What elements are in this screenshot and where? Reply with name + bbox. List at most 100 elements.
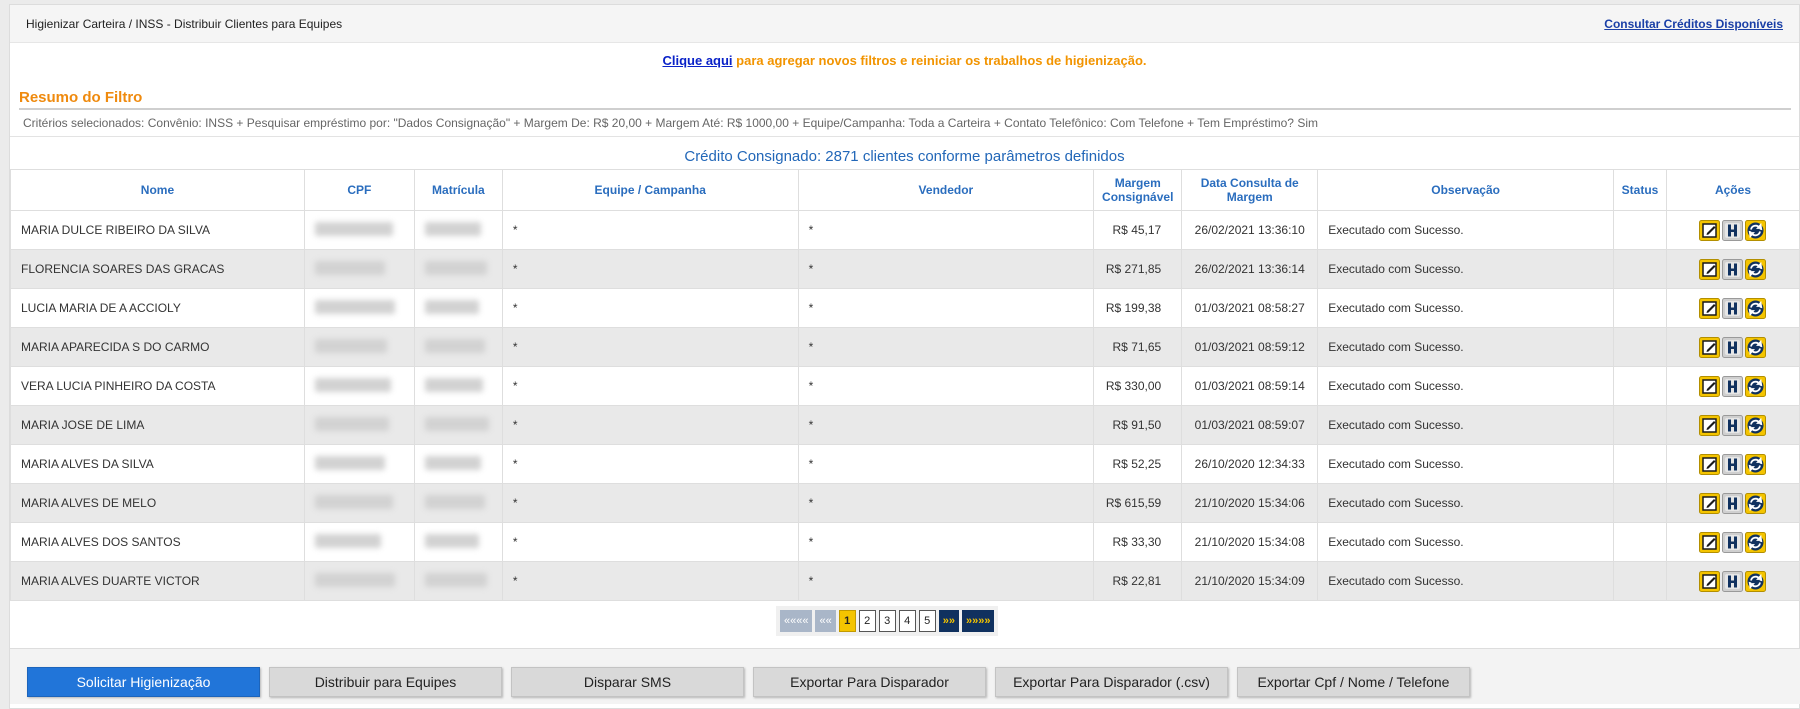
result-count: Crédito Consignado: 2871 clientes confor…: [684, 148, 1125, 165]
cell-vendedor: *: [797, 327, 1095, 367]
export-dispatcher-csv-button[interactable]: Exportar Para Disparador (.csv): [995, 667, 1228, 697]
refresh-icon[interactable]: [1745, 531, 1767, 553]
col-header-margem[interactable]: Margem Consignável: [1093, 169, 1183, 211]
edit-icon[interactable]: [1699, 531, 1721, 553]
col-header-equipe[interactable]: Equipe / Campanha: [501, 169, 799, 211]
table-row[interactable]: VERA LUCIA PINHEIRO DA COSTA * * R$ 330,00 0…: [10, 366, 1800, 406]
col-header-vendedor[interactable]: Vendedor: [797, 169, 1095, 211]
edit-icon[interactable]: [1699, 375, 1721, 397]
cell-vendedor: *: [797, 366, 1095, 406]
history-h-icon[interactable]: [1722, 570, 1744, 592]
table-row[interactable]: MARIA ALVES DOS SANTOS * * R$ 33,30 21/10/20…: [10, 522, 1800, 562]
table-row[interactable]: MARIA JOSE DE LIMA * * R$ 91,50 01/03/2021 0…: [10, 405, 1800, 445]
edit-icon[interactable]: [1699, 453, 1721, 475]
cell-status: [1613, 288, 1667, 328]
table-row[interactable]: LUCIA MARIA DE A ACCIOLY * * R$ 199,38 01/03…: [10, 288, 1800, 328]
cell-equipe: *: [501, 483, 799, 523]
history-h-icon[interactable]: [1722, 258, 1744, 280]
cell-cpf-redacted: [303, 210, 415, 250]
history-h-icon[interactable]: [1722, 492, 1744, 514]
cell-vendedor: *: [797, 444, 1095, 484]
pager-prev-button[interactable]: ««: [815, 610, 836, 632]
pager-page-5[interactable]: 5: [918, 610, 936, 632]
cell-actions: [1665, 405, 1800, 445]
table-row[interactable]: FLORENCIA SOARES DAS GRACAS * * R$ 271,85 26…: [10, 249, 1800, 289]
history-h-icon[interactable]: [1722, 219, 1744, 241]
cell-nome: FLORENCIA SOARES DAS GRACAS: [10, 249, 305, 289]
pager-page-1[interactable]: 1: [838, 610, 856, 632]
table-row[interactable]: MARIA APARECIDA S DO CARMO * * R$ 71,65 01/0…: [10, 327, 1800, 367]
cell-obs: Executado com Sucesso.: [1317, 327, 1615, 367]
edit-icon[interactable]: [1699, 336, 1721, 358]
history-h-icon[interactable]: [1722, 453, 1744, 475]
cell-equipe: *: [501, 210, 799, 250]
pager-page-2[interactable]: 2: [858, 610, 876, 632]
history-h-icon[interactable]: [1722, 297, 1744, 319]
cell-matricula-redacted: [413, 561, 503, 601]
col-header-matricula[interactable]: Matrícula: [413, 169, 503, 211]
cell-status: [1613, 327, 1667, 367]
refresh-icon[interactable]: [1745, 336, 1767, 358]
request-sanitization-button[interactable]: Solicitar Higienização: [27, 667, 260, 697]
cell-vendedor: *: [797, 288, 1095, 328]
export-cpf-name-phone-button[interactable]: Exportar Cpf / Nome / Telefone: [1237, 667, 1470, 697]
pager-last-button[interactable]: »»»»: [961, 610, 995, 632]
pager-page-4[interactable]: 4: [898, 610, 916, 632]
cell-equipe: *: [501, 405, 799, 445]
col-header-nome[interactable]: Nome: [10, 169, 305, 211]
cell-margem: R$ 91,50: [1093, 405, 1183, 445]
table-row[interactable]: MARIA ALVES DUARTE VICTOR * * R$ 22,81 21/10…: [10, 561, 1800, 601]
export-dispatcher-button[interactable]: Exportar Para Disparador: [753, 667, 986, 697]
pager-next-button[interactable]: »»: [938, 610, 959, 632]
col-header-cpf[interactable]: CPF: [303, 169, 415, 211]
col-header-data[interactable]: Data Consulta de Margem: [1181, 169, 1319, 211]
table-row[interactable]: MARIA ALVES DA SILVA * * R$ 52,25 26/10/2020…: [10, 444, 1800, 484]
cell-margem: R$ 615,59: [1093, 483, 1183, 523]
cell-matricula-redacted: [413, 405, 503, 445]
cell-cpf-redacted: [303, 288, 415, 328]
cell-status: [1613, 483, 1667, 523]
refresh-icon[interactable]: [1745, 297, 1767, 319]
cell-matricula-redacted: [413, 522, 503, 562]
history-h-icon[interactable]: [1722, 531, 1744, 553]
edit-icon[interactable]: [1699, 414, 1721, 436]
cell-cpf-redacted: [303, 444, 415, 484]
table-header-row: Nome CPF Matrícula Equipe / Campanha Ven…: [10, 169, 1800, 211]
cell-data: 21/10/2020 15:34:08: [1181, 522, 1319, 562]
cell-margem: R$ 22,81: [1093, 561, 1183, 601]
refresh-icon[interactable]: [1745, 258, 1767, 280]
reset-filters-link[interactable]: Clique aqui: [662, 53, 732, 68]
refresh-icon[interactable]: [1745, 219, 1767, 241]
table-row[interactable]: MARIA ALVES DE MELO * * R$ 615,59 21/10/2020…: [10, 483, 1800, 523]
pager-page-3[interactable]: 3: [878, 610, 896, 632]
refresh-icon[interactable]: [1745, 375, 1767, 397]
history-h-icon[interactable]: [1722, 375, 1744, 397]
cell-cpf-redacted: [303, 249, 415, 289]
edit-icon[interactable]: [1699, 297, 1721, 319]
pager-first-button[interactable]: ««««: [780, 610, 813, 632]
col-header-status[interactable]: Status: [1613, 169, 1667, 211]
cell-obs: Executado com Sucesso.: [1317, 522, 1615, 562]
table-row[interactable]: MARIA DULCE RIBEIRO DA SILVA * * R$ 45,17 26…: [10, 210, 1800, 250]
refresh-icon[interactable]: [1745, 414, 1767, 436]
cell-nome: MARIA JOSE DE LIMA: [10, 405, 305, 445]
credits-link[interactable]: Consultar Créditos Disponíveis: [1604, 17, 1783, 31]
history-h-icon[interactable]: [1722, 414, 1744, 436]
cell-actions: [1665, 561, 1800, 601]
cell-actions: [1665, 249, 1800, 289]
col-header-obs[interactable]: Observação: [1317, 169, 1615, 211]
refresh-icon[interactable]: [1745, 570, 1767, 592]
edit-icon[interactable]: [1699, 570, 1721, 592]
refresh-icon[interactable]: [1745, 492, 1767, 514]
cell-equipe: *: [501, 249, 799, 289]
cell-nome: MARIA DULCE RIBEIRO DA SILVA: [10, 210, 305, 250]
history-h-icon[interactable]: [1722, 336, 1744, 358]
edit-icon[interactable]: [1699, 219, 1721, 241]
distribute-teams-button[interactable]: Distribuir para Equipes: [269, 667, 502, 697]
edit-icon[interactable]: [1699, 492, 1721, 514]
cell-obs: Executado com Sucesso.: [1317, 288, 1615, 328]
cell-data: 21/10/2020 15:34:06: [1181, 483, 1319, 523]
send-sms-button[interactable]: Disparar SMS: [511, 667, 744, 697]
edit-icon[interactable]: [1699, 258, 1721, 280]
refresh-icon[interactable]: [1745, 453, 1767, 475]
